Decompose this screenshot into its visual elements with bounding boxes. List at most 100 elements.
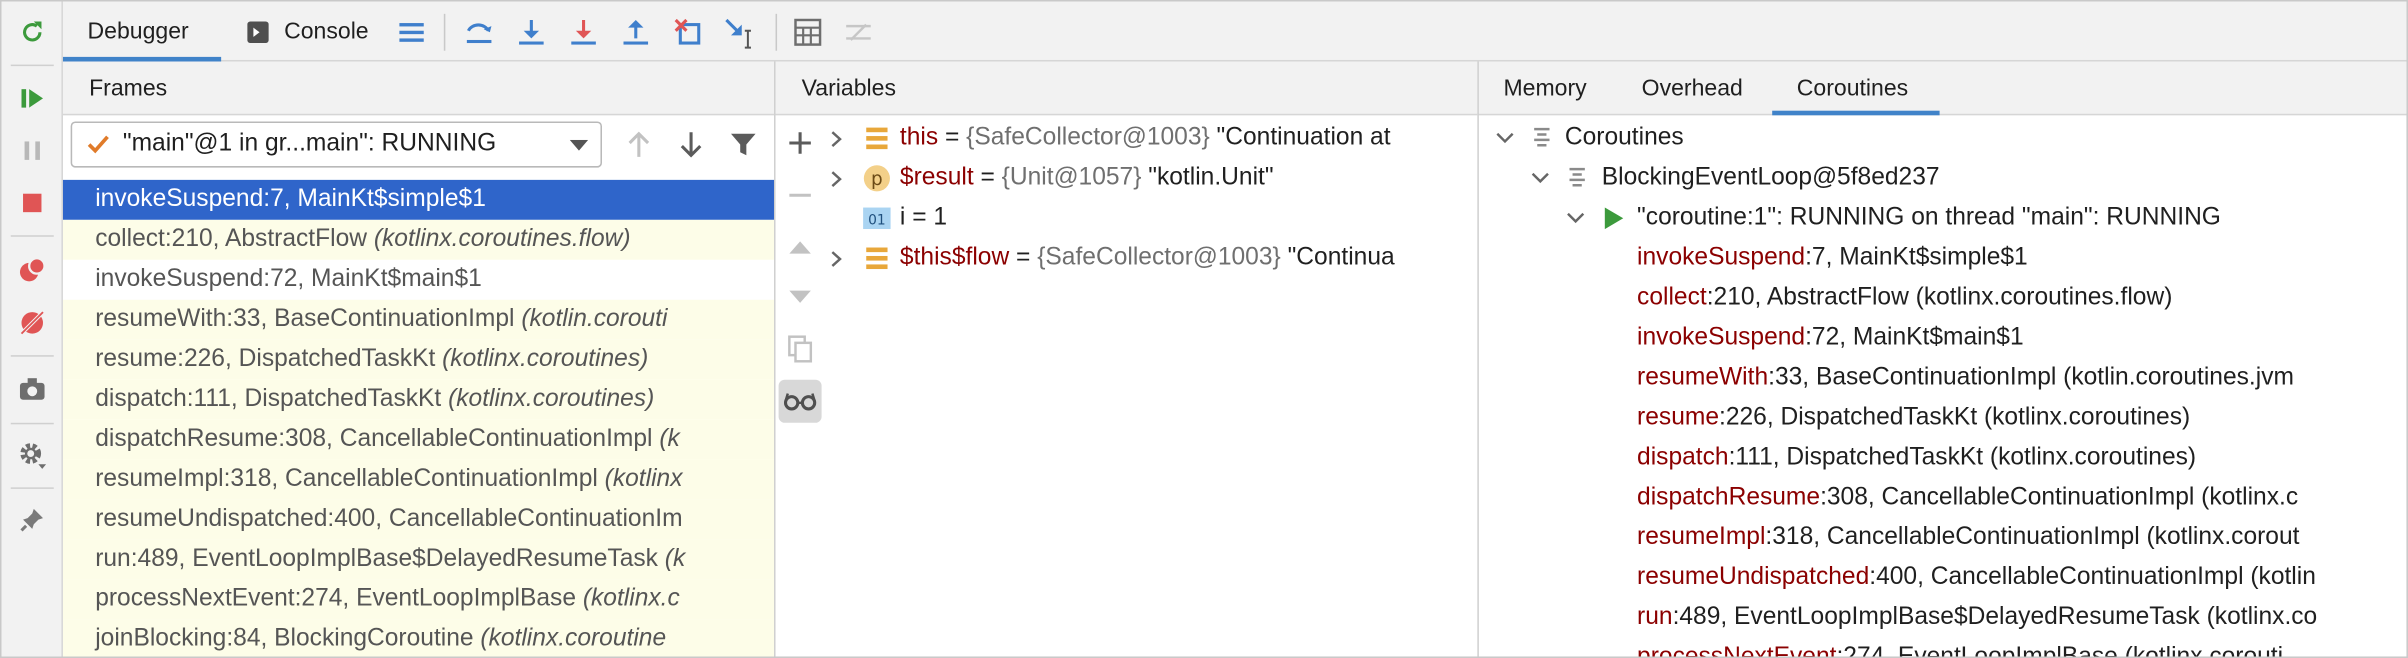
variable-value: 1 [933, 204, 948, 231]
coroutine-frame-row[interactable]: resumeUndispatched:400, CancellableConti… [1637, 558, 2406, 598]
step-over-icon[interactable] [462, 15, 496, 49]
expand-arrow-icon[interactable] [831, 131, 843, 148]
variable-row-i[interactable]: 01 i = 1 [826, 198, 1477, 238]
frame-row[interactable]: resumeWith:33, BaseContinuationImpl (kot… [62, 299, 774, 340]
stop-icon[interactable] [15, 186, 49, 220]
coroutine-frame-row[interactable]: dispatch:111, DispatchedTaskKt (kotlinx.… [1637, 438, 2406, 478]
camera-icon[interactable] [15, 372, 49, 406]
variable-row-result[interactable]: p $result = {Unit@1057} "kotlin.Unit" [826, 158, 1477, 198]
remove-watch-minus-icon[interactable] [779, 174, 822, 217]
tab-coroutines[interactable]: Coroutines [1772, 61, 1940, 116]
coroutine-frame-row[interactable]: resumeWith:33, BaseContinuationImpl (kot… [1637, 358, 2406, 398]
run-to-cursor-icon[interactable] [723, 15, 757, 49]
frame-name: processNextEvent:274, EventLoopImplBase [95, 585, 583, 612]
frame-row[interactable]: invokeSuspend:72, MainKt$main$1 [62, 259, 774, 300]
frame-row[interactable]: dispatchResume:308, CancellableContinuat… [62, 419, 774, 460]
variable-type: {SafeCollector@1003} [1037, 244, 1281, 271]
evaluate-expression-icon[interactable] [791, 15, 825, 49]
collapse-arrow-icon[interactable] [1566, 212, 1585, 224]
pin-icon[interactable] [15, 503, 49, 537]
move-up-icon[interactable] [779, 226, 822, 269]
move-down-icon[interactable] [779, 275, 822, 318]
frame-row[interactable]: resumeImpl:318, CancellableContinuationI… [62, 459, 774, 500]
console-icon [247, 20, 269, 43]
frame-package: (kotlinx.c [582, 585, 680, 612]
coroutine-frame-location: :111, DispatchedTaskKt (kotlinx.coroutin… [1728, 444, 2197, 471]
tab-overhead[interactable]: Overhead [1642, 61, 1743, 115]
coroutines-root-node[interactable]: Coroutines [1491, 118, 2406, 158]
force-step-into-icon[interactable] [567, 15, 601, 49]
pause-icon[interactable] [15, 134, 49, 168]
frame-row[interactable]: dispatch:111, DispatchedTaskKt (kotlinx.… [62, 379, 774, 420]
divider [10, 422, 54, 425]
resume-icon[interactable] [15, 81, 49, 115]
coroutine-frame-method: resumeWith [1637, 364, 1769, 391]
settings-gear-icon[interactable] [15, 438, 49, 472]
tab-console-label: Console [284, 18, 369, 45]
variable-name: this [899, 124, 939, 151]
field-object-icon [866, 127, 888, 150]
thread-selector[interactable]: "main"@1 in gr...main": RUNNING [70, 121, 602, 168]
tab-debugger-label: Debugger [87, 18, 189, 45]
filter-icon[interactable] [726, 128, 760, 162]
frame-row[interactable]: resumeUndispatched:400, CancellableConti… [62, 499, 774, 540]
frame-package: (kotlinx.coroutines.flow) [373, 225, 631, 253]
coroutine-frame-row[interactable]: resumeImpl:318, CancellableContinuationI… [1637, 518, 2406, 558]
coroutine-frame-method: dispatchResume [1637, 484, 1821, 511]
step-out-icon[interactable] [619, 15, 653, 49]
frames-header: Frames [62, 61, 774, 116]
rerun-icon[interactable] [15, 15, 49, 49]
frame-row-selected[interactable]: invokeSuspend:7, MainKt$simple$1 [62, 179, 774, 220]
duplicate-watch-icon[interactable] [779, 327, 822, 370]
coroutine-frame-row[interactable]: processNextEvent:274, EventLoopImplBase … [1637, 638, 2406, 658]
running-play-icon [1604, 207, 1624, 230]
trace-current-stream-icon[interactable] [842, 15, 876, 49]
coroutine-frame-row[interactable]: collect:210, AbstractFlow (kotlinx.corou… [1637, 278, 2406, 318]
coroutine-frame-row[interactable]: dispatchResume:308, CancellableContinuat… [1637, 478, 2406, 518]
collapse-arrow-icon[interactable] [1531, 172, 1549, 184]
event-loop-node[interactable]: BlockingEventLoop@5f8ed237 [1526, 158, 2406, 198]
tab-console[interactable]: Console [247, 2, 416, 62]
add-watch-plus-icon[interactable] [779, 121, 822, 164]
view-breakpoints-icon[interactable] [15, 254, 49, 288]
coroutine-frame-location: :400, CancellableContinuationImpl (kotli… [1869, 564, 2316, 591]
variables-title: Variables [801, 74, 896, 101]
frame-row[interactable]: joinBlocking:84, BlockingCoroutine (kotl… [62, 619, 774, 657]
checkmark-icon [87, 135, 109, 154]
coroutine-frame-location: :72, MainKt$main$1 [1805, 324, 2024, 351]
variable-name: $this$flow [899, 244, 1010, 271]
mute-breakpoints-icon[interactable] [15, 306, 49, 340]
coroutine-node[interactable]: "coroutine:1": RUNNING on thread "main":… [1562, 198, 2407, 238]
tab-coroutines-label: Coroutines [1796, 75, 1909, 102]
coroutine-frame-location: :274, EventLoopImplBase (kotlinx.corouti [1836, 644, 2284, 658]
frame-name: collect:210, AbstractFlow [95, 225, 374, 253]
show-watches-glasses-icon[interactable] [778, 379, 822, 423]
variable-row-this[interactable]: this = {SafeCollector@1003} "Continuatio… [826, 118, 1477, 158]
coroutine-frame-row[interactable]: run:489, EventLoopImplBase$DelayedResume… [1637, 598, 2406, 638]
step-into-icon[interactable] [514, 15, 548, 49]
variable-row-this-flow[interactable]: $this$flow = {SafeCollector@1003} "Conti… [826, 238, 1477, 278]
tab-memory[interactable]: Memory [1503, 61, 1586, 115]
previous-frame-arrow-up-icon[interactable] [622, 128, 656, 162]
frame-row[interactable]: collect:210, AbstractFlow (kotlinx.corou… [62, 219, 774, 260]
collapse-arrow-icon[interactable] [1496, 132, 1514, 144]
drop-frame-icon[interactable] [671, 15, 705, 49]
frames-title: Frames [89, 74, 168, 101]
coroutine-frame-row[interactable]: resume:226, DispatchedTaskKt (kotlinx.co… [1637, 398, 2406, 438]
coroutine-frame-method: resumeUndispatched [1637, 564, 1870, 591]
coroutine-frame-row[interactable]: invokeSuspend:7, MainKt$simple$1 [1637, 238, 2406, 278]
show-execution-point-icon[interactable] [395, 15, 429, 49]
next-frame-arrow-down-icon[interactable] [674, 128, 708, 162]
expand-arrow-icon[interactable] [831, 251, 843, 268]
frame-name: invokeSuspend:72, MainKt$main$1 [95, 265, 482, 293]
frame-row[interactable]: run:489, EventLoopImplBase$DelayedResume… [62, 539, 774, 580]
expand-arrow-icon[interactable] [831, 171, 843, 188]
coroutine-frame-row[interactable]: invokeSuspend:72, MainKt$main$1 [1637, 318, 2406, 358]
tab-debugger[interactable]: Debugger [62, 2, 222, 62]
frame-row[interactable]: processNextEvent:274, EventLoopImplBase … [62, 579, 774, 620]
frame-name: resume:226, DispatchedTaskKt [95, 345, 443, 373]
coroutine-frame-method: dispatch [1637, 444, 1729, 471]
frame-row[interactable]: resume:226, DispatchedTaskKt (kotlinx.co… [62, 339, 774, 380]
frame-name: invokeSuspend:7, MainKt$simple$1 [95, 186, 486, 213]
coroutine-frame-location: :7, MainKt$simple$1 [1805, 244, 2028, 271]
